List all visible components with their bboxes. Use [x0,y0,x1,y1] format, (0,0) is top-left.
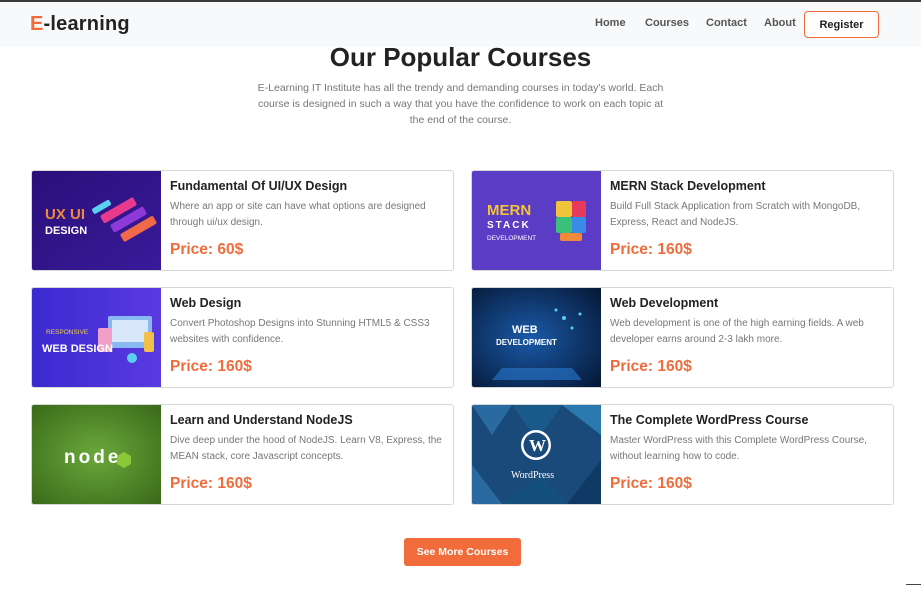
course-price: Price: 60$ [170,241,244,258]
nav-link-contact[interactable]: Contact [706,17,747,29]
course-description: Convert Photoshop Designs into Stunning … [170,318,430,345]
course-title[interactable]: Learn and Understand NodeJS [170,413,353,427]
section-title: Our Popular Courses [329,42,592,72]
nav-link-courses[interactable]: Courses [645,17,689,29]
course-price: Price: 160$ [170,475,252,492]
course-card-web-design[interactable]: RESPONSIVE WEB DESIGN Web Design Convert… [31,287,454,388]
course-price: Price: 160$ [610,475,692,492]
thumb-text-uxui: UX UI [45,206,85,223]
brand-logo[interactable]: E-learning [30,13,130,36]
course-price: Price: 160$ [170,358,252,375]
course-title[interactable]: Fundamental Of UI/UX Design [170,179,347,193]
course-card-web-development[interactable]: WEB DEVELOPMENT Web Development Web deve… [471,287,894,388]
thumb-text-web: WEB [512,324,538,336]
brand-name: -learning [43,13,130,35]
course-card-wordpress[interactable]: W WordPress The Complete WordPress Cours… [471,404,894,505]
course-price: Price: 160$ [610,241,692,258]
course-description: Web development is one of the high earni… [610,318,864,345]
course-title[interactable]: MERN Stack Development [610,179,766,193]
course-thumbnail-uiux: UX UI DESIGN [32,171,161,270]
course-thumbnail-web-design: RESPONSIVE WEB DESIGN [32,288,161,387]
course-card-mern[interactable]: MERN STACK DEVELOPMENT MERN Stack Develo… [471,170,894,271]
course-thumbnail-web-development: WEB DEVELOPMENT [472,288,601,387]
course-description: Dive deep under the hood of NodeJS. Lear… [170,435,442,462]
course-description: Build Full Stack Application from Scratc… [610,201,861,228]
thumb-text-node: node [64,447,121,468]
thumb-text-web-design: WEB DESIGN [42,343,113,355]
course-description: Where an app or site can have what optio… [170,201,426,228]
nav-link-home[interactable]: Home [595,17,626,29]
course-thumbnail-nodejs: node [32,405,161,504]
course-title[interactable]: Web Design [170,296,241,310]
register-button[interactable]: Register [804,11,879,38]
course-description: Master WordPress with this Complete Word… [610,435,867,462]
divider [906,584,921,585]
course-thumbnail-mern: MERN STACK DEVELOPMENT [472,171,601,270]
course-card-nodejs[interactable]: node Learn and Understand NodeJS Dive de… [31,404,454,505]
course-card-uiux[interactable]: UX UI DESIGN Fundamental Of UI/UX Design… [31,170,454,271]
course-title[interactable]: Web Development [610,296,718,310]
thumb-text-wordpress: WordPress [511,470,554,481]
svg-text:W: W [529,436,546,455]
thumb-text-responsive: RESPONSIVE [46,329,89,336]
course-title[interactable]: The Complete WordPress Course [610,413,808,427]
thumb-text-design: DESIGN [45,225,87,237]
course-price: Price: 160$ [610,358,692,375]
thumb-text-development: DEVELOPMENT [487,235,536,242]
thumb-text-development: DEVELOPMENT [496,338,557,347]
nav-link-about[interactable]: About [764,17,796,29]
see-more-courses-button[interactable]: See More Courses [404,538,521,566]
navbar: E-learning Home Courses Contact About Re… [0,2,921,47]
thumb-text-stack: STACK [487,220,531,231]
thumb-text-mern: MERN [487,202,531,219]
section-intro: E-Learning IT Institute has all the tren… [257,82,664,126]
brand-accent-letter: E [30,13,44,35]
course-thumbnail-wordpress: W WordPress [472,405,601,504]
